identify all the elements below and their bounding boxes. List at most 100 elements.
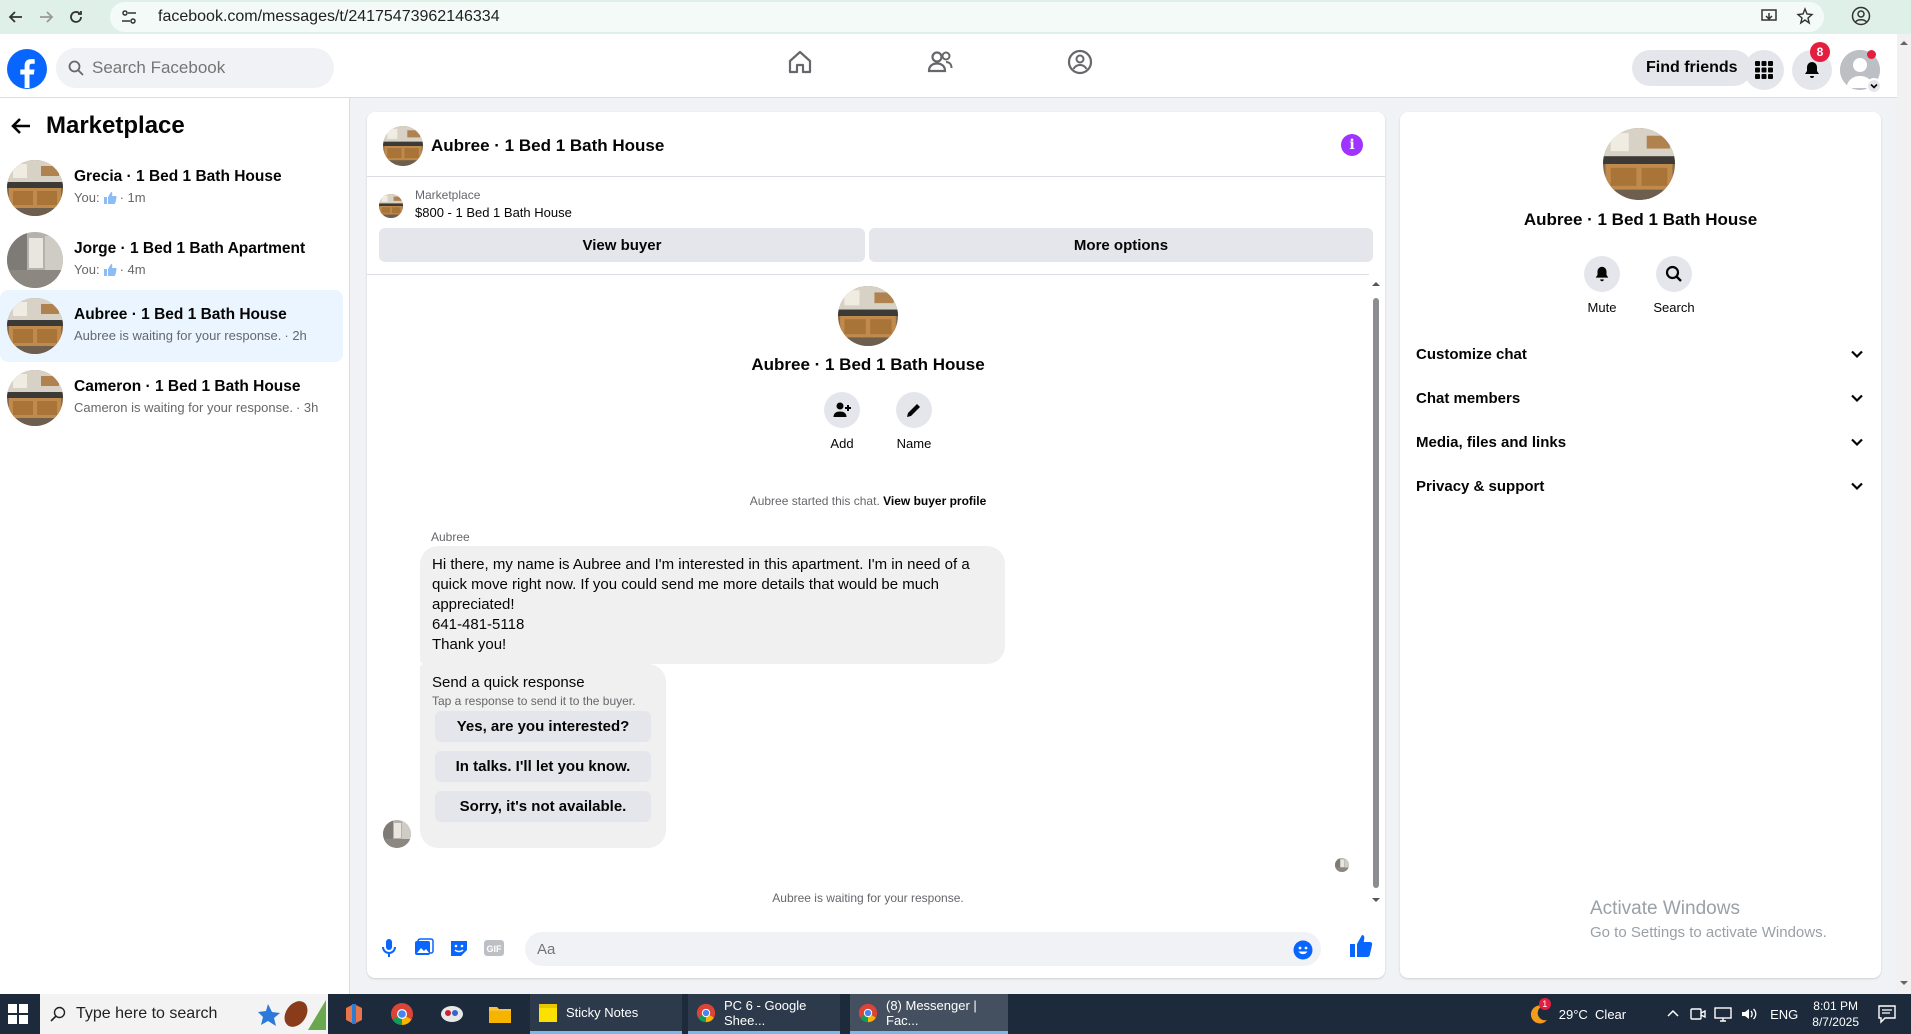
activate-windows-watermark: Activate Windows Go to Settings to activ… <box>1590 898 1827 941</box>
chat-profile-avatar[interactable] <box>838 286 898 346</box>
add-label: Add <box>830 436 854 451</box>
friends-icon[interactable] <box>926 48 954 76</box>
listing-title: $800 - 1 Bed 1 Bath House <box>415 205 572 220</box>
volume-icon[interactable] <box>1740 1006 1758 1022</box>
taskbar-clock[interactable]: 8:01 PM 8/7/2025 <box>1812 998 1859 1030</box>
groups-icon[interactable] <box>1066 48 1094 76</box>
quick-response-yes-button[interactable]: Yes, are you interested? <box>435 711 651 742</box>
emoji-icon[interactable] <box>1293 940 1313 960</box>
message-sender-name: Aubree <box>431 530 470 544</box>
windows-start-icon[interactable] <box>8 1004 28 1024</box>
message-line: Thank you! <box>432 636 507 653</box>
menu-grid-icon[interactable] <box>1744 50 1784 90</box>
back-icon[interactable] <box>2 3 30 31</box>
home-icon[interactable] <box>786 48 814 76</box>
conversation-name: Jorge · 1 Bed 1 Bath Apartment <box>74 240 306 257</box>
view-buyer-button[interactable]: View buyer <box>379 228 865 262</box>
gif-icon[interactable]: GIF <box>482 936 506 960</box>
chrome-icon <box>696 1003 716 1023</box>
install-app-icon[interactable] <box>1760 7 1778 25</box>
mute-label: Mute <box>1587 300 1617 315</box>
facebook-search-input[interactable] <box>92 58 312 78</box>
app-icon[interactable] <box>440 1002 464 1026</box>
facebook-logo-icon[interactable] <box>6 48 48 90</box>
add-people-button[interactable]: Add <box>812 392 872 451</box>
marketplace-sidebar: Marketplace Grecia · 1 Bed 1 Bath House … <box>0 98 350 994</box>
message-composer: GIF <box>367 924 1385 978</box>
windows-taskbar: Type here to search Sticky Notes PC 6 - … <box>0 994 1911 1034</box>
like-icon <box>103 263 117 277</box>
back-arrow-icon[interactable] <box>10 115 32 137</box>
facebook-header: Find friends 8 <box>0 34 1897 98</box>
conversation-item-jorge[interactable]: Jorge · 1 Bed 1 Bath Apartment You: · 4m <box>0 224 343 296</box>
taskbar-app-label: PC 6 - Google Shee... <box>724 997 807 1028</box>
conversation-preview: Cameron is waiting for your response. · … <box>74 400 319 415</box>
weather-text[interactable]: 29°C Clear <box>1559 1007 1626 1022</box>
thumbs-up-like-icon[interactable] <box>1349 934 1373 958</box>
message-input-box[interactable] <box>525 932 1321 966</box>
weather-icon[interactable]: 1 <box>1527 998 1551 1026</box>
office-app-icon[interactable] <box>342 1002 366 1026</box>
network-icon[interactable] <box>1714 1006 1732 1022</box>
chat-header-avatar[interactable] <box>383 126 423 166</box>
watermark-title: Activate Windows <box>1590 898 1740 919</box>
scrollbar-thumb[interactable] <box>1373 298 1379 888</box>
taskbar-messenger[interactable]: (8) Messenger | Fac... <box>850 994 1008 1034</box>
chat-members-section[interactable]: Chat members <box>1416 380 1864 416</box>
conversation-item-grecia[interactable]: Grecia · 1 Bed 1 Bath House You: · 1m <box>0 152 343 224</box>
notification-center-icon[interactable] <box>1877 1004 1897 1024</box>
facebook-search[interactable] <box>56 48 334 88</box>
conversation-item-aubree[interactable]: Aubree · 1 Bed 1 Bath House Aubree is wa… <box>0 290 343 362</box>
address-bar[interactable]: facebook.com/messages/t/2417547396214633… <box>110 2 1824 32</box>
chrome-icon[interactable] <box>390 1002 414 1026</box>
conversation-preview: Aubree is waiting for your response. · 2… <box>74 328 307 343</box>
chat-title[interactable]: Aubree · 1 Bed 1 Bath House <box>431 136 664 156</box>
browser-profile-icon[interactable] <box>1851 6 1871 26</box>
find-friends-button[interactable]: Find friends <box>1632 50 1752 86</box>
bookmark-star-icon[interactable] <box>1796 7 1814 25</box>
mute-button[interactable]: Mute <box>1572 256 1632 315</box>
name-chat-button[interactable]: Name <box>884 392 944 451</box>
language-indicator[interactable]: ENG <box>1770 1007 1798 1022</box>
microphone-icon[interactable] <box>377 936 401 960</box>
sender-avatar[interactable] <box>383 820 411 848</box>
media-files-links-section[interactable]: Media, files and links <box>1416 424 1864 460</box>
chrome-icon <box>858 1003 878 1023</box>
view-buyer-profile-link[interactable]: View buyer profile <box>883 494 986 508</box>
taskbar-sticky-notes[interactable]: Sticky Notes <box>530 994 682 1034</box>
message-input[interactable] <box>537 940 1237 958</box>
chevron-down-icon <box>1850 391 1864 405</box>
meet-now-icon[interactable] <box>1690 1006 1706 1022</box>
sticker-icon[interactable] <box>447 936 471 960</box>
customize-chat-section[interactable]: Customize chat <box>1416 336 1864 372</box>
quick-response-in-talks-button[interactable]: In talks. I'll let you know. <box>435 751 651 782</box>
conversation-avatar <box>7 160 63 216</box>
forward-icon[interactable] <box>32 3 60 31</box>
taskbar-google-sheets[interactable]: PC 6 - Google Shee... <box>688 994 840 1034</box>
info-icon[interactable]: i <box>1341 134 1363 156</box>
taskbar-app-label: Sticky Notes <box>566 1005 639 1020</box>
more-options-button[interactable]: More options <box>869 228 1373 262</box>
like-icon <box>103 191 117 205</box>
taskbar-search-placeholder: Type here to search <box>76 1005 218 1022</box>
chat-started-notice: Aubree started this chat. View buyer pro… <box>749 494 987 508</box>
info-panel-avatar[interactable] <box>1603 128 1675 200</box>
site-info-icon[interactable] <box>120 8 140 26</box>
page-scrollbar[interactable] <box>1897 34 1911 994</box>
message-bubble[interactable]: Hi there, my name is Aubree and I'm inte… <box>420 546 1005 664</box>
chevron-up-icon[interactable] <box>1666 1007 1680 1021</box>
chat-scrollbar[interactable] <box>1372 276 1380 912</box>
file-explorer-icon[interactable] <box>488 1002 512 1026</box>
quick-response-not-available-button[interactable]: Sorry, it's not available. <box>435 791 651 822</box>
reload-icon[interactable] <box>62 3 90 31</box>
account-chevron-down-icon[interactable] <box>1866 78 1882 94</box>
search-conversation-button[interactable]: Search <box>1644 256 1704 315</box>
add-person-icon <box>824 392 860 428</box>
conversation-item-cameron[interactable]: Cameron · 1 Bed 1 Bath House Cameron is … <box>0 362 343 434</box>
quick-response-subtitle: Tap a response to send it to the buyer. <box>432 694 636 708</box>
weather-alert-badge: 1 <box>1538 998 1551 1010</box>
taskbar-search[interactable]: Type here to search <box>40 994 328 1034</box>
privacy-support-section[interactable]: Privacy & support <box>1416 468 1864 504</box>
photo-attach-icon[interactable] <box>412 936 436 960</box>
message-line: Hi there, my name is Aubree and I'm inte… <box>432 556 970 573</box>
